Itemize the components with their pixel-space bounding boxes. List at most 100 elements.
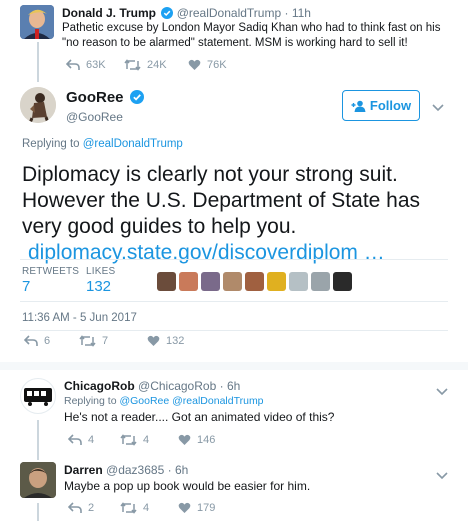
like-button[interactable]: 132: [147, 335, 184, 347]
likes-label: LIKES: [86, 266, 116, 277]
main-text-body: Diplomacy is clearly not your strong sui…: [22, 163, 421, 238]
heart-icon: [178, 502, 191, 513]
heart-icon: [188, 59, 201, 70]
retweet-button[interactable]: 4: [120, 434, 178, 446]
profile-photo-icon: [20, 462, 56, 498]
reply-button[interactable]: 63K: [66, 59, 124, 71]
main-actions: 6 7 132: [24, 335, 184, 347]
retweet-icon: [79, 335, 96, 347]
author-name[interactable]: Darren: [64, 463, 103, 477]
thread-line: [37, 420, 39, 460]
liker-avatar[interactable]: [289, 272, 308, 291]
retweet-icon: [120, 434, 137, 446]
reply-icon: [68, 502, 82, 513]
heart-icon: [147, 335, 160, 346]
separator-dot: ·: [284, 6, 289, 20]
author-handle[interactable]: @ChicagoRob: [138, 379, 216, 393]
retweet-button[interactable]: 24K: [124, 59, 188, 71]
reply-icon: [68, 434, 82, 445]
tweet-time[interactable]: 6h: [227, 379, 240, 393]
like-count: 146: [197, 434, 216, 446]
separator-dot: ·: [167, 463, 172, 477]
replying-prefix: Replying to: [22, 138, 83, 150]
replying-to: Replying to @GooRee @realDonaldTrump: [64, 395, 264, 407]
tweet1-actions: 63K 24K 76K: [66, 59, 227, 71]
reply1-header: ChicagoRob @ChicagoRob · 6h: [64, 379, 240, 393]
reply-button[interactable]: 4: [68, 434, 120, 446]
liker-avatar[interactable]: [245, 272, 264, 291]
retweet-count: 24K: [147, 59, 167, 71]
author-handle[interactable]: @GooRee: [66, 110, 144, 124]
author-name[interactable]: GooRee: [66, 89, 124, 106]
more-options-icon[interactable]: [436, 383, 448, 401]
more-options-icon[interactable]: [436, 467, 448, 485]
reply-button[interactable]: 6: [24, 335, 79, 347]
author-name[interactable]: ChicagoRob: [64, 379, 135, 393]
replying-to-link[interactable]: @GooRee @realDonaldTrump: [119, 395, 263, 407]
retweets-label: RETWEETS: [22, 266, 80, 277]
author-name[interactable]: Donald J. Trump: [62, 6, 156, 20]
thread-line: [37, 42, 39, 82]
like-count: 76K: [207, 59, 227, 71]
like-button[interactable]: 146: [178, 434, 215, 446]
retweet-icon: [124, 59, 141, 71]
divider: [20, 259, 448, 260]
liker-avatar[interactable]: [179, 272, 198, 291]
replying-prefix: Replying to: [64, 395, 120, 407]
author-handle[interactable]: @daz3685: [106, 463, 164, 477]
liker-avatar[interactable]: [311, 272, 330, 291]
section-separator: [0, 362, 468, 370]
tweet-timestamp[interactable]: 11:36 AM - 5 Jun 2017: [22, 312, 137, 324]
replying-to-link[interactable]: @realDonaldTrump: [83, 138, 183, 150]
verified-badge-icon: [161, 7, 174, 22]
replying-to: Replying to @realDonaldTrump: [22, 138, 183, 150]
more-options-icon[interactable]: [432, 99, 444, 117]
avatar[interactable]: [20, 378, 56, 414]
tweet-time[interactable]: 11h: [292, 6, 311, 20]
tweet-time[interactable]: 6h: [175, 463, 188, 477]
verified-badge-icon: [129, 90, 144, 108]
retweet-button[interactable]: 4: [120, 502, 178, 514]
reply2-text: Maybe a pop up book would be easier for …: [64, 479, 311, 493]
retweets-value: 7: [22, 278, 31, 295]
like-button[interactable]: 76K: [188, 59, 227, 71]
profile-photo-icon: [20, 5, 54, 39]
main-author: GooRee @GooRee: [66, 89, 144, 124]
retweet-icon: [120, 502, 137, 514]
avatar[interactable]: [20, 5, 54, 39]
reply-icon: [66, 59, 80, 70]
author-handle[interactable]: @realDonaldTrump: [177, 6, 281, 20]
reply-button[interactable]: 2: [68, 502, 120, 514]
divider: [20, 301, 448, 302]
likes-stat[interactable]: LIKES 132: [86, 266, 115, 295]
thread-line: [37, 503, 39, 521]
follow-label: Follow: [369, 98, 412, 113]
retweets-stat[interactable]: RETWEETS 7: [22, 266, 79, 295]
liker-avatar[interactable]: [201, 272, 220, 291]
retweet-button[interactable]: 7: [79, 335, 147, 347]
reply-count: 63K: [86, 59, 106, 71]
reply1-actions: 4 4 146: [68, 434, 215, 446]
retweet-count: 7: [102, 335, 109, 347]
avatar[interactable]: [20, 87, 56, 123]
heart-icon: [178, 434, 191, 445]
reply-count: 6: [44, 335, 51, 347]
like-count: 132: [166, 335, 185, 347]
reply-icon: [24, 335, 38, 346]
likers-avatars: [157, 272, 355, 291]
like-count: 179: [197, 502, 216, 514]
liker-avatar[interactable]: [223, 272, 242, 291]
main-tweet-text: Diplomacy is clearly not your strong sui…: [22, 162, 452, 266]
like-button[interactable]: 179: [178, 502, 215, 514]
liker-avatar[interactable]: [333, 272, 352, 291]
liker-avatar[interactable]: [157, 272, 176, 291]
tweet1-text: Pathetic excuse by London Mayor Sadiq Kh…: [62, 22, 441, 49]
liker-avatar[interactable]: [267, 272, 286, 291]
follow-button[interactable]: Follow: [342, 90, 420, 121]
separator-dot: ·: [219, 379, 224, 393]
reply1-text: He's not a reader.... Got an animated vi…: [64, 410, 335, 424]
reply2-header: Darren @daz3685 · 6h: [64, 463, 188, 477]
tweet-link[interactable]: diplomacy.state.gov/discoverdiplom …: [28, 241, 385, 264]
avatar[interactable]: [20, 462, 56, 498]
tweet1-header: Donald J. Trump @realDonaldTrump · 11h: [62, 6, 311, 22]
